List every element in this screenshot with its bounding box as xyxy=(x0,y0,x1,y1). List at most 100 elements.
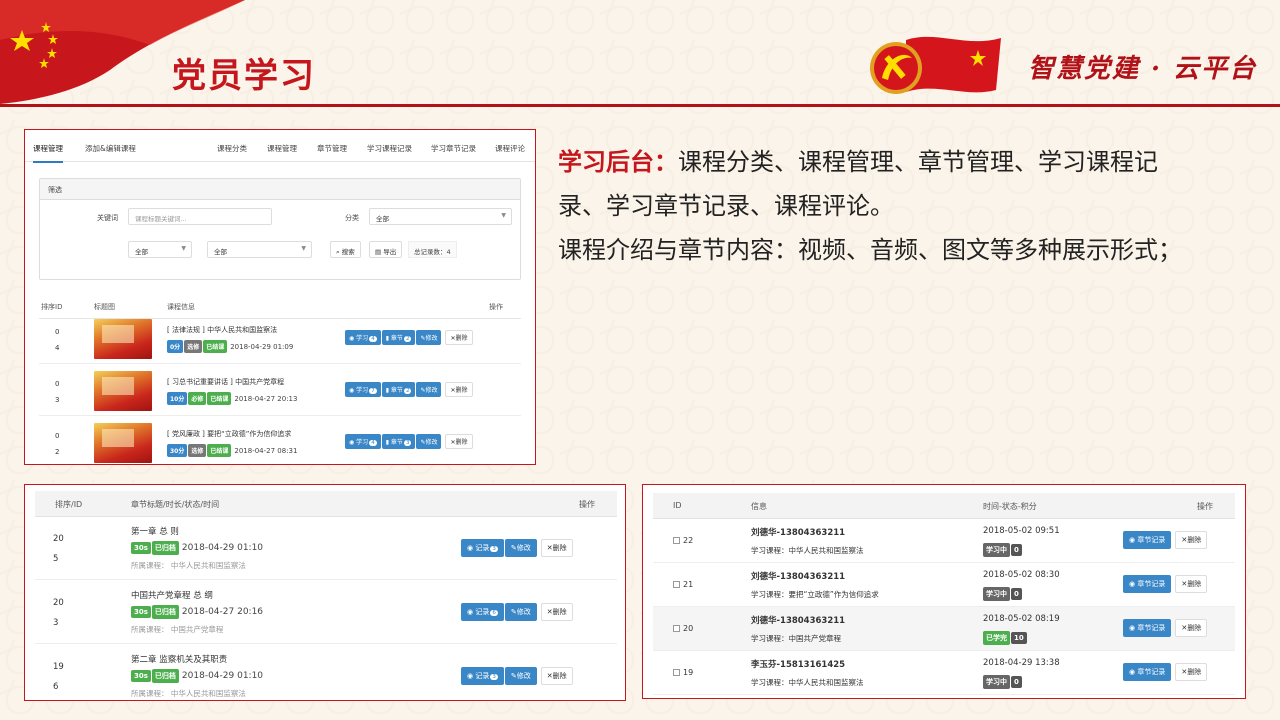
row-actions: ◉ 章节记录 ✕删除 xyxy=(1123,531,1208,549)
chapter-record-button[interactable]: ◉ 章节记录 xyxy=(1123,531,1172,549)
filter-select-2[interactable]: 全部 ▼ xyxy=(207,241,312,258)
record-button[interactable]: ◉ 记录 6 xyxy=(461,603,504,621)
study-button[interactable]: ◉ 学习 7 xyxy=(345,382,381,397)
delete-label: 删除 xyxy=(1187,668,1202,676)
duration-badge: 30s xyxy=(131,670,151,682)
tab-chapter-records[interactable]: 学习章节记录 xyxy=(431,143,476,154)
filter-select-2-value: 全部 xyxy=(214,248,227,256)
edit-button[interactable]: ✎修改 xyxy=(416,382,442,397)
row-sort: 0 xyxy=(55,432,60,440)
chapter-button[interactable]: ▮ 章节 3 xyxy=(381,434,416,449)
row-sort: 19 xyxy=(53,662,64,672)
delete-label: 删除 xyxy=(1187,624,1202,632)
chapter-table-header: 排序/ID 章节标题/时长/状态/时间 操作 xyxy=(35,491,617,517)
chevron-down-icon: ▼ xyxy=(501,212,506,219)
chapter-record-label: 章节记录 xyxy=(1137,536,1166,544)
tab-chapter-management[interactable]: 章节管理 xyxy=(317,143,347,154)
delete-button[interactable]: ✕删除 xyxy=(1175,531,1208,549)
delete-button[interactable]: ✕删除 xyxy=(445,330,473,345)
row-checkbox[interactable] xyxy=(673,537,680,544)
delete-button[interactable]: ✕删除 xyxy=(1175,619,1208,637)
chapter-button[interactable]: ▮ 章节 2 xyxy=(381,330,416,345)
delete-button[interactable]: ✕删除 xyxy=(1175,663,1208,681)
row-actions: ◉ 章节记录 ✕删除 xyxy=(1123,575,1208,593)
edit-button[interactable]: ✎修改 xyxy=(504,667,537,685)
record-button[interactable]: ◉ 记录 3 xyxy=(461,667,504,685)
row-id-value: 20 xyxy=(683,624,694,633)
row-checkbox[interactable] xyxy=(673,625,680,632)
category-select[interactable]: 全部 ▼ xyxy=(369,208,512,225)
delete-button[interactable]: ✕删除 xyxy=(445,382,473,397)
edit-label: 修改 xyxy=(516,608,531,616)
col-sort-id: 排序/ID xyxy=(55,500,83,509)
chapter-title[interactable]: 第二章 监察机关及其职责 xyxy=(131,653,227,665)
study-label: 学习 xyxy=(356,439,369,446)
delete-button[interactable]: ✕删除 xyxy=(445,434,473,449)
eye-icon: ◉ xyxy=(1129,580,1136,588)
edit-button[interactable]: ✎修改 xyxy=(416,434,442,449)
study-button[interactable]: ◉ 学习 4 xyxy=(345,434,381,449)
row-id: 2 xyxy=(55,448,60,456)
eye-icon: ◉ xyxy=(467,672,474,680)
record-status: 学习中 0 xyxy=(983,543,1023,557)
record-table-header: ID 信息 时间-状态-积分 操作 xyxy=(653,493,1235,519)
filter-heading: 筛选 xyxy=(40,179,520,200)
tab-course-records[interactable]: 学习课程记录 xyxy=(367,143,412,154)
delete-button[interactable]: ✕删除 xyxy=(540,603,573,621)
study-label: 学习 xyxy=(356,335,369,342)
course-meta: 30分 选修 已结课 2018-04-27 08:31 xyxy=(167,444,297,457)
study-button[interactable]: ◉ 学习 4 xyxy=(345,330,381,345)
record-time: 2018-04-29 13:38 xyxy=(983,658,1060,668)
chapter-title[interactable]: 中国共产党章程 总 纲 xyxy=(131,589,213,601)
record-time: 2018-05-02 08:30 xyxy=(983,570,1060,580)
edit-button[interactable]: ✎修改 xyxy=(416,330,442,345)
row-id: 6 xyxy=(53,682,59,692)
search-button[interactable]: ⌕ 搜索 xyxy=(330,241,361,258)
course-title[interactable]: [ 法律法规 ] 中华人民共和国监察法 xyxy=(167,325,277,335)
tab-course-comments[interactable]: 课程评论 xyxy=(495,143,525,154)
delete-button[interactable]: ✕删除 xyxy=(540,539,573,557)
row-checkbox[interactable] xyxy=(673,581,680,588)
course-date: 2018-04-27 08:31 xyxy=(234,447,298,455)
chapter-record-button[interactable]: ◉ 章节记录 xyxy=(1123,663,1172,681)
eye-icon: ◉ xyxy=(349,387,355,394)
delete-button[interactable]: ✕删除 xyxy=(540,667,573,685)
edit-button[interactable]: ✎修改 xyxy=(504,539,537,557)
status-badge: 学习中 xyxy=(983,675,1010,689)
keyword-input[interactable]: 课程标题关键词... xyxy=(128,208,272,225)
course-title[interactable]: [ 习总书记重要讲话 ] 中国共产党章程 xyxy=(167,377,284,387)
description-highlight: 学习后台： xyxy=(558,148,678,176)
points-badge: 10 xyxy=(1011,632,1027,644)
record-label: 记录 xyxy=(475,608,490,616)
filter-select-1[interactable]: 全部 ▼ xyxy=(128,241,192,258)
description-line-1: 学习后台：课程分类、课程管理、章节管理、学习课程记 xyxy=(558,140,1258,184)
chapter-record-button[interactable]: ◉ 章节记录 xyxy=(1123,619,1172,637)
edit-label: 修改 xyxy=(425,439,438,446)
record-course: 学习课程：中华人民共和国监察法 xyxy=(751,678,864,687)
status-badge: 已归档 xyxy=(151,541,179,555)
row-id: 20 xyxy=(673,624,693,633)
chapter-date: 2018-04-29 01:10 xyxy=(181,543,264,553)
record-course: 学习课程：中华人民共和国监察法 xyxy=(751,546,864,555)
record-button[interactable]: ◉ 记录 3 xyxy=(461,539,504,557)
chapter-button[interactable]: ▮ 章节 2 xyxy=(381,382,416,397)
row-checkbox[interactable] xyxy=(673,669,680,676)
filter-select-1-value: 全部 xyxy=(135,248,148,256)
edit-button[interactable]: ✎修改 xyxy=(504,603,537,621)
row-sort: 20 xyxy=(53,598,64,608)
status-badge: 已归档 xyxy=(151,669,179,683)
delete-label: 删除 xyxy=(1187,580,1202,588)
course-title[interactable]: [ 党风廉政 ] 要把“立政德”作为信仰追求 xyxy=(167,429,291,439)
tab-add-edit-course[interactable]: 添加&编辑课程 xyxy=(85,143,136,154)
tab-course-list[interactable]: 课程管理 xyxy=(267,143,297,154)
tab-course-category[interactable]: 课程分类 xyxy=(217,143,247,154)
duration-badge: 30s xyxy=(131,542,151,554)
export-button[interactable]: ▤ 导出 xyxy=(369,241,403,258)
edit-label: 修改 xyxy=(516,672,531,680)
chapter-record-button[interactable]: ◉ 章节记录 xyxy=(1123,575,1172,593)
chapter-title[interactable]: 第一章 总 则 xyxy=(131,525,179,537)
status-badge: 已结课 xyxy=(203,340,228,353)
delete-button[interactable]: ✕删除 xyxy=(1175,575,1208,593)
study-count: 4 xyxy=(369,336,377,342)
tab-course-management[interactable]: 课程管理 xyxy=(33,143,63,163)
